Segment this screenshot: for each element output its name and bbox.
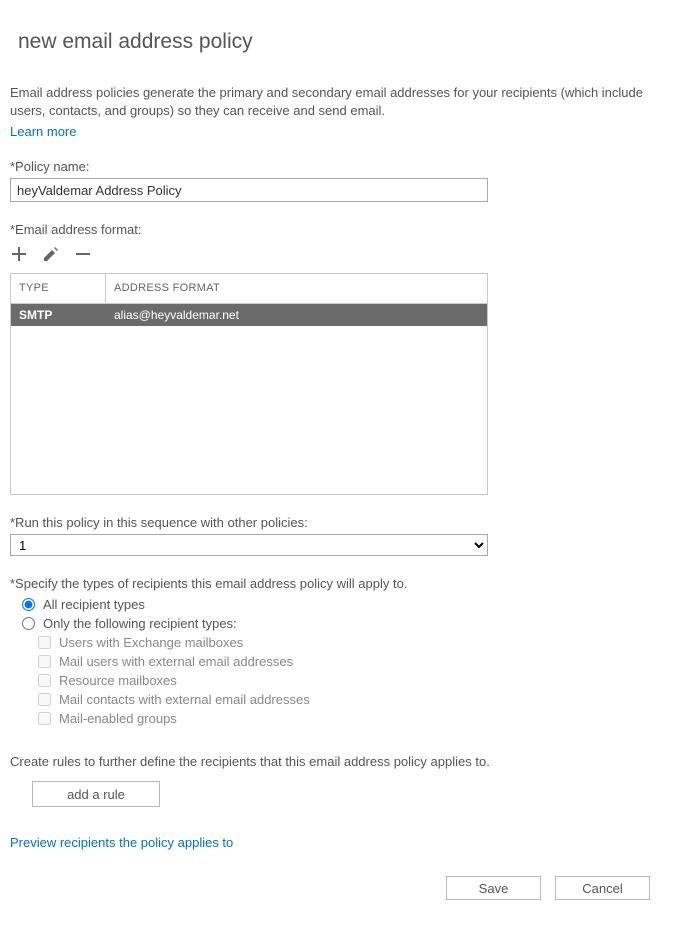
add-icon[interactable]: [10, 245, 28, 263]
radio-only-recipients[interactable]: Only the following recipient types:: [22, 616, 680, 631]
row-format: alias@heyvaldemar.net: [106, 308, 487, 322]
radio-only-label: Only the following recipient types:: [43, 616, 237, 631]
rules-label: Create rules to further define the recip…: [10, 754, 680, 769]
cancel-button[interactable]: Cancel: [555, 876, 650, 900]
radio-only-input[interactable]: [22, 617, 35, 630]
column-type[interactable]: TYPE: [11, 274, 106, 303]
recipients-label: *Specify the types of recipients this em…: [10, 576, 680, 591]
radio-all-recipients[interactable]: All recipient types: [22, 597, 680, 612]
page-title: new email address policy: [18, 30, 680, 54]
format-grid: TYPE ADDRESS FORMAT SMTP alias@heyvaldem…: [10, 273, 488, 495]
check-groups-label: Mail-enabled groups: [59, 711, 177, 726]
check-exchange-label: Users with Exchange mailboxes: [59, 635, 243, 650]
check-mailusers-label: Mail users with external email addresses: [59, 654, 293, 669]
check-mailusers[interactable]: Mail users with external email addresses: [38, 654, 680, 669]
grid-body: SMTP alias@heyvaldemar.net: [11, 304, 487, 494]
check-contacts-label: Mail contacts with external email addres…: [59, 692, 310, 707]
preview-recipients-link[interactable]: Preview recipients the policy applies to: [10, 835, 680, 850]
policy-name-label: *Policy name:: [10, 159, 680, 174]
check-exchange[interactable]: Users with Exchange mailboxes: [38, 635, 680, 650]
grid-header: TYPE ADDRESS FORMAT: [11, 274, 487, 304]
check-groups[interactable]: Mail-enabled groups: [38, 711, 680, 726]
radio-all-input[interactable]: [22, 598, 35, 611]
check-resource-label: Resource mailboxes: [59, 673, 177, 688]
footer: Save Cancel: [10, 876, 680, 900]
format-toolbar: [10, 245, 680, 263]
check-contacts-input: [38, 693, 51, 706]
check-contacts[interactable]: Mail contacts with external email addres…: [38, 692, 680, 707]
add-rule-button[interactable]: add a rule: [32, 781, 160, 807]
column-format[interactable]: ADDRESS FORMAT: [106, 274, 487, 303]
edit-icon[interactable]: [42, 245, 60, 263]
remove-icon[interactable]: [74, 245, 92, 263]
radio-all-label: All recipient types: [43, 597, 145, 612]
check-groups-input: [38, 712, 51, 725]
table-row[interactable]: SMTP alias@heyvaldemar.net: [11, 304, 487, 326]
sequence-label: *Run this policy in this sequence with o…: [10, 515, 680, 530]
check-exchange-input: [38, 636, 51, 649]
check-resource[interactable]: Resource mailboxes: [38, 673, 680, 688]
check-mailusers-input: [38, 655, 51, 668]
description-text: Email address policies generate the prim…: [10, 84, 680, 120]
email-format-label: *Email address format:: [10, 222, 680, 237]
learn-more-link[interactable]: Learn more: [10, 124, 76, 139]
sequence-select[interactable]: 1: [10, 534, 488, 556]
policy-name-input[interactable]: [10, 178, 488, 202]
check-resource-input: [38, 674, 51, 687]
save-button[interactable]: Save: [446, 876, 541, 900]
row-type: SMTP: [11, 308, 106, 322]
